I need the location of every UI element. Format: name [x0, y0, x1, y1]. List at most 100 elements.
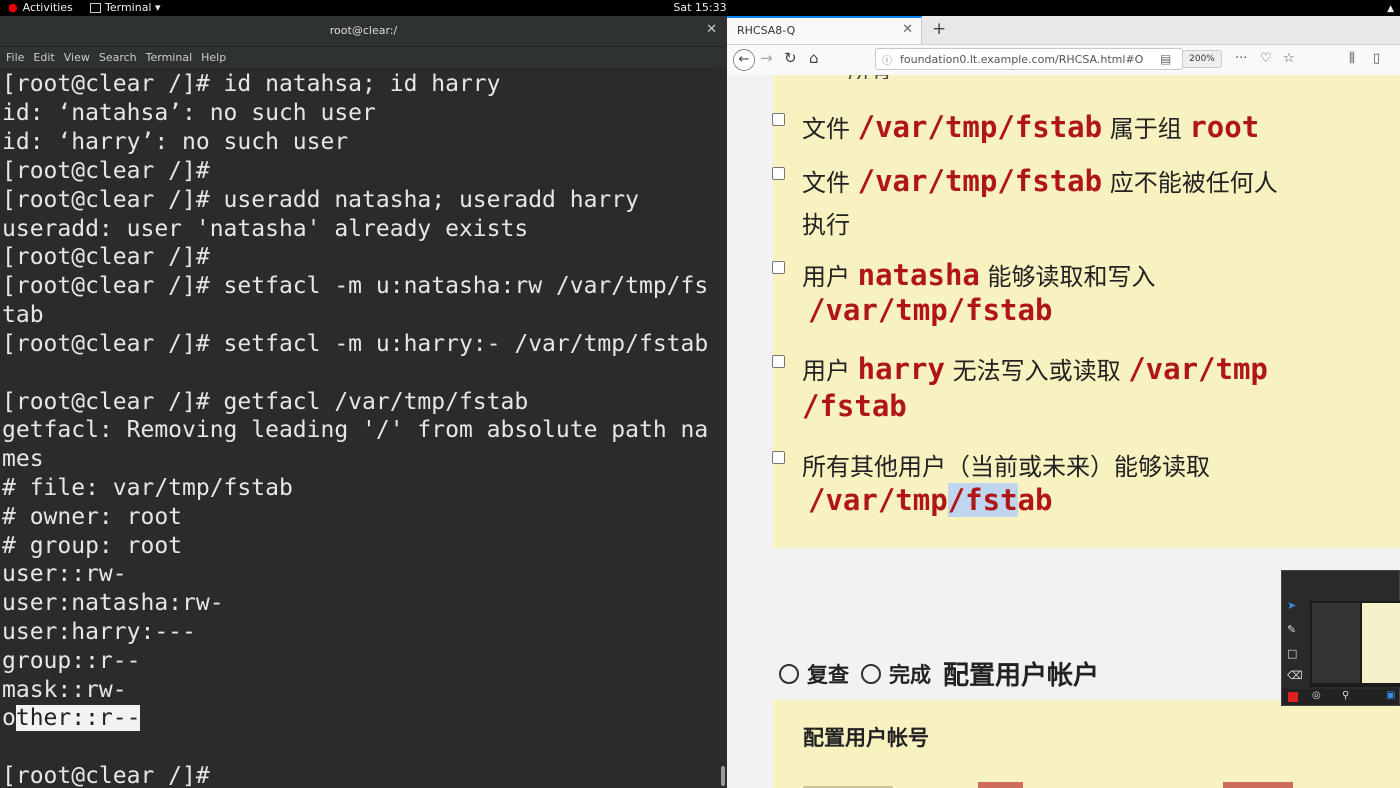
info-icon[interactable]: ⓘ [882, 52, 892, 67]
pen-icon[interactable]: ✎ [1287, 623, 1296, 636]
text-selection: /fst [947, 483, 1018, 517]
done-label: 完成 [889, 662, 931, 687]
menu-file[interactable]: File [6, 51, 24, 68]
url-text: foundation0.lt.example.com/RHCSA.html#O [900, 53, 1144, 66]
scrollbar-thumb[interactable] [721, 766, 725, 786]
app-menu-label: Terminal ▾ [105, 1, 161, 14]
terminal-line: [root@clear /]# id natahsa; id harry [2, 71, 501, 97]
tab-strip: RHCSA8-Q ✕ + [727, 16, 1400, 45]
redhat-icon: ● [8, 1, 18, 14]
pocket-icon[interactable]: ♡ [1260, 51, 1272, 66]
cut-off-row [803, 780, 1323, 788]
terminal-prompt: [root@clear /]# [2, 763, 210, 788]
activities-button[interactable]: ● Activities [8, 0, 73, 16]
terminal-line: id: ‘harry’: no such user [2, 129, 349, 155]
terminal-line: mask::rw- [2, 677, 127, 703]
rectangle-icon[interactable]: □ [1287, 647, 1297, 660]
menu-help[interactable]: Help [201, 51, 226, 68]
terminal-line: user::rw- [2, 561, 127, 587]
screen-recorder-panel[interactable]: ➤ ✎ □ ⌫ ◎ ⚲ ▣ [1281, 570, 1400, 706]
home-icon[interactable]: ⌂ [809, 49, 819, 67]
menu-terminal[interactable]: Terminal [146, 51, 193, 68]
task-item: 所有其他用户（当前或未来）能够读取 [772, 447, 1210, 482]
terminal-icon [90, 3, 101, 13]
task-item: 文件 /var/tmp/fstab 应不能被任何人 [772, 163, 1278, 198]
activities-label: Activities [22, 1, 73, 14]
url-bar[interactable]: ⓘ foundation0.lt.example.com/RHCSA.html#… [875, 48, 1183, 70]
settings-icon[interactable]: ▣ [1386, 690, 1395, 701]
terminal-line: mes [2, 446, 44, 472]
done-radio[interactable] [861, 663, 881, 684]
terminal-title: root@clear:/ [329, 24, 398, 37]
forward-icon[interactable]: → [760, 49, 773, 67]
terminal-line: id: ‘natahsa’: no such user [2, 100, 376, 126]
tab-rhcsa[interactable]: RHCSA8-Q ✕ [727, 16, 922, 44]
task-item: 文件 /var/tmp/fstab 属于组 root [772, 109, 1259, 144]
terminal-titlebar[interactable]: root@clear:/ ✕ [0, 16, 727, 47]
record-icon[interactable] [1288, 692, 1298, 702]
task-item-continued: /var/tmp/fstab [808, 483, 1053, 517]
terminal-line: [root@clear /]# [2, 244, 210, 270]
review-radio[interactable] [779, 663, 799, 684]
reader-view-icon[interactable]: ▤ [1160, 52, 1171, 66]
clock[interactable]: Sat 15:33 [0, 0, 1400, 16]
zoom-indicator[interactable]: 200% [1182, 50, 1222, 68]
recorder-controls: ◎ ⚲ ▣ [1282, 689, 1399, 705]
library-icon[interactable]: ⫼ [1349, 51, 1355, 66]
task-checkbox[interactable] [772, 261, 785, 274]
terminal-screen[interactable]: [root@clear /]# id natahsa; id harry id:… [0, 68, 718, 788]
camera-icon[interactable]: ◎ [1312, 690, 1321, 701]
pointer-icon[interactable]: ➤ [1287, 599, 1296, 612]
terminal-scrollbar[interactable] [720, 68, 727, 788]
terminal-line: [root@clear /]# setfacl -m u:harry:- /va… [2, 331, 709, 357]
close-icon[interactable]: ✕ [706, 22, 717, 37]
task-checkbox[interactable] [772, 355, 785, 368]
reload-icon[interactable]: ↻ [784, 49, 797, 67]
terminal-line: [root@clear /]# [2, 158, 210, 184]
terminal-line: useradd: user 'natasha' already exists [2, 216, 529, 242]
task-checkbox[interactable] [772, 451, 785, 464]
task-item-continued: /var/tmp/fstab [808, 293, 1053, 327]
system-tray[interactable]: ▲ [1387, 0, 1394, 17]
subpanel-title: 配置用户帐号 [803, 726, 929, 750]
terminal-line: [root@clear /]# useradd natasha; useradd… [2, 187, 639, 213]
back-icon[interactable]: ← [733, 49, 755, 71]
network-icon: ▲ [1387, 4, 1394, 14]
zoom-icon[interactable]: ⚲ [1342, 690, 1349, 701]
app-menu[interactable]: Terminal ▾ [90, 0, 161, 16]
terminal-selected-line: other::r-- [2, 704, 141, 732]
bookmark-star-icon[interactable]: ☆ [1283, 51, 1295, 66]
terminal-line: getfacl: Removing leading '/' from absol… [2, 417, 709, 443]
cut-off-text: 所有 [848, 75, 892, 79]
section-title: 配置用户帐户 [943, 661, 1100, 691]
review-label: 复查 [807, 662, 849, 687]
nav-toolbar: ← → ↻ ⌂ ⓘ foundation0.lt.example.com/RHC… [727, 45, 1400, 76]
menu-view[interactable]: View [64, 51, 90, 68]
terminal-window[interactable]: root@clear:/ ✕ File Edit View Search Ter… [0, 16, 727, 788]
task-item-continued: /fstab [802, 389, 907, 423]
recorder-preview [1310, 601, 1400, 687]
new-tab-icon[interactable]: + [932, 19, 946, 39]
page-actions-icon[interactable]: ··· [1235, 51, 1247, 66]
terminal-line: group::r-- [2, 648, 141, 674]
terminal-line: tab [2, 302, 44, 328]
task-item-continued: 执行 [802, 211, 850, 239]
eraser-icon[interactable]: ⌫ [1287, 669, 1303, 682]
recorder-tools: ➤ ✎ □ ⌫ [1282, 571, 1304, 705]
terminal-line: # owner: root [2, 504, 183, 530]
selection-start: o [2, 705, 16, 731]
terminal-line: # group: root [2, 533, 183, 559]
task-item: 用户 natasha 能够读取和写入 [772, 257, 1156, 292]
task-checkbox[interactable] [772, 167, 785, 180]
terminal-line: [root@clear /]# setfacl -m u:natasha:rw … [2, 273, 709, 299]
sidebar-icon[interactable]: ▯ [1373, 51, 1380, 66]
task-checkbox[interactable] [772, 113, 785, 126]
menu-search[interactable]: Search [99, 51, 137, 68]
terminal-line: user:natasha:rw- [2, 590, 224, 616]
menu-edit[interactable]: Edit [33, 51, 54, 68]
subtask-panel: 配置用户帐号 [773, 700, 1400, 788]
terminal-line: user:harry:--- [2, 619, 196, 645]
gnome-top-bar: ● Activities Terminal ▾ Sat 15:33 ▲ [0, 0, 1400, 16]
close-tab-icon[interactable]: ✕ [902, 22, 913, 37]
terminal-line: [root@clear /]# getfacl /var/tmp/fstab [2, 389, 529, 415]
